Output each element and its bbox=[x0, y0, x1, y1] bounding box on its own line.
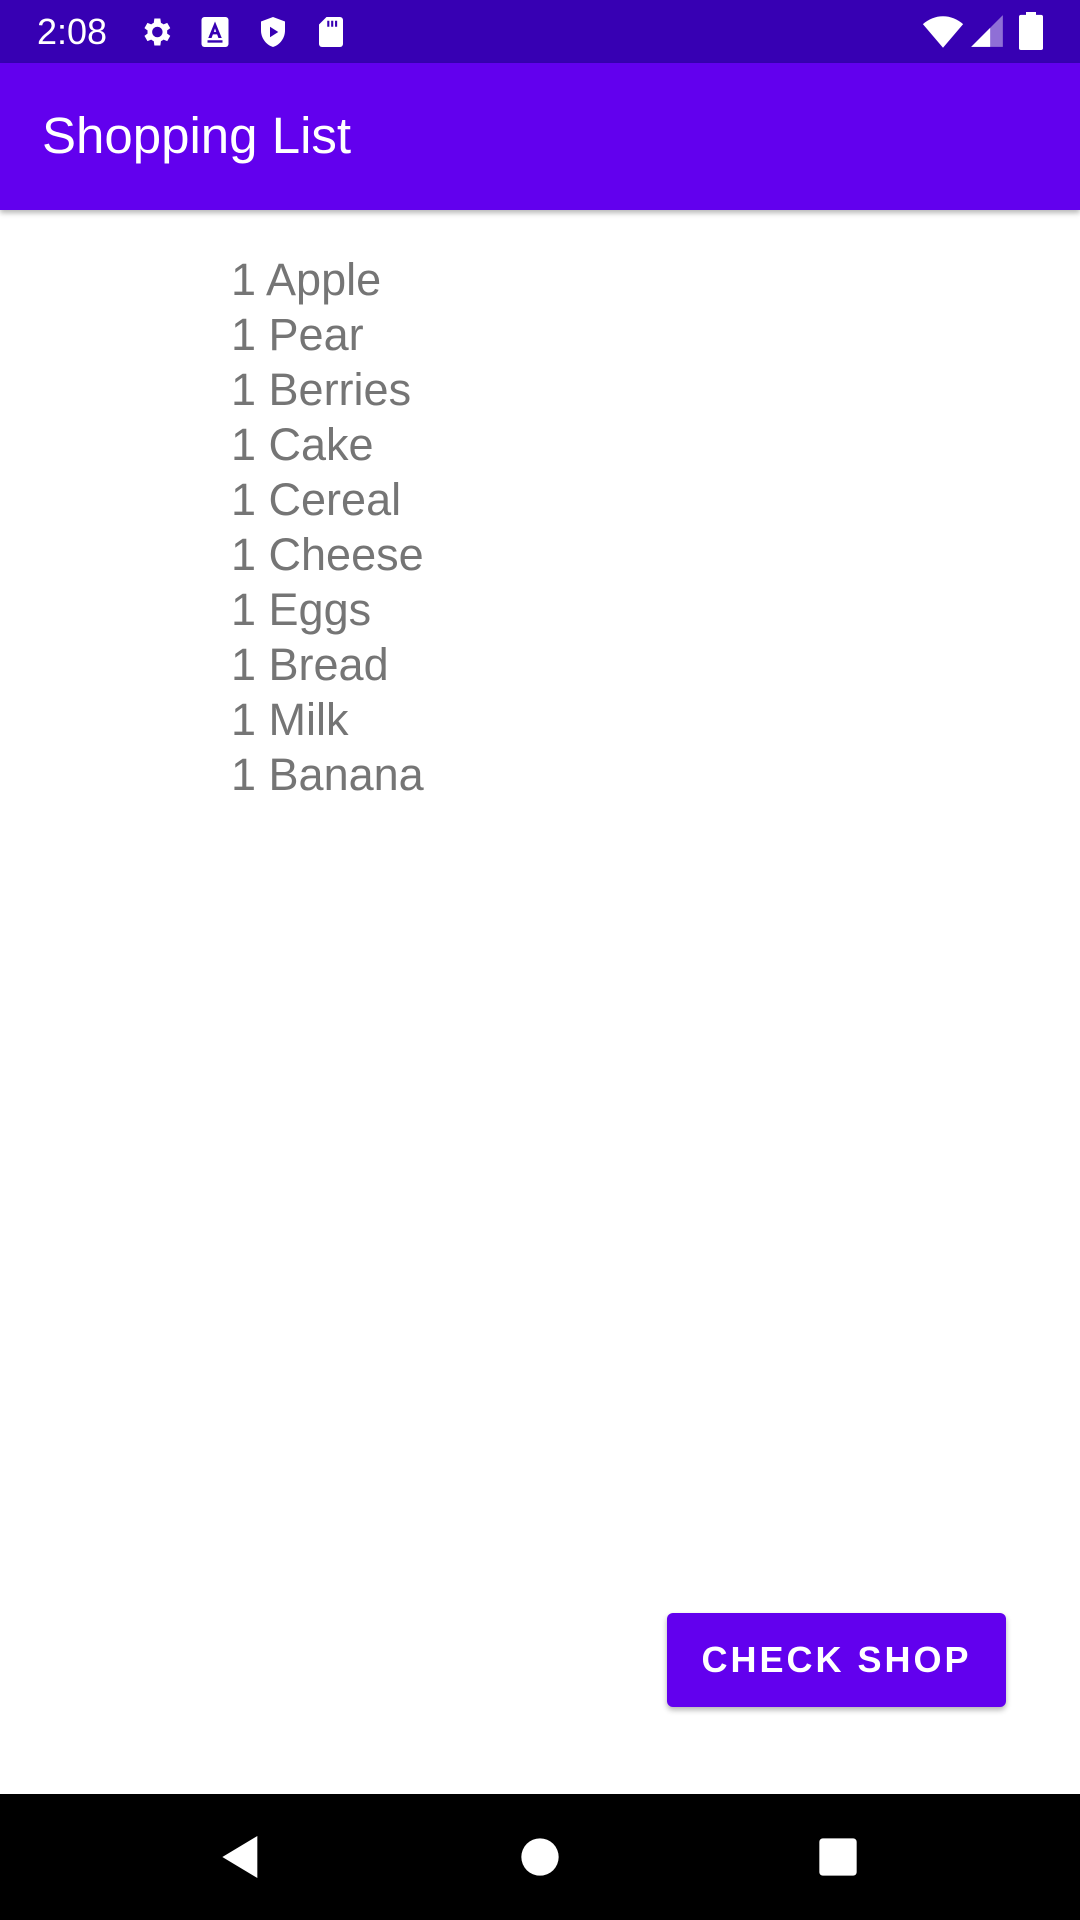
recents-icon[interactable] bbox=[810, 1829, 866, 1885]
wifi-icon bbox=[922, 11, 964, 53]
list-item: 1 Eggs bbox=[231, 584, 372, 635]
list-item: 1 Banana bbox=[231, 749, 424, 800]
shopping-list: 1 Apple 1 Pear 1 Berries 1 Cake 1 Cereal… bbox=[231, 252, 424, 802]
list-item: 1 Cereal bbox=[231, 474, 402, 525]
status-time: 2:08 bbox=[37, 11, 108, 52]
list-item: 1 Bread bbox=[231, 639, 389, 690]
status-bar: 2:08 bbox=[0, 0, 1080, 63]
gear-icon bbox=[138, 14, 174, 50]
navigation-bar bbox=[0, 1794, 1080, 1920]
cell-signal-icon bbox=[968, 12, 1006, 50]
list-item: 1 Cheese bbox=[231, 529, 424, 580]
check-shop-button[interactable]: CHECK SHOP bbox=[667, 1613, 1006, 1707]
page-title: Shopping List bbox=[42, 107, 352, 164]
list-item: 1 Pear bbox=[231, 309, 364, 360]
list-item: 1 Cake bbox=[231, 419, 374, 470]
shield-play-icon bbox=[255, 14, 291, 50]
list-item: 1 Milk bbox=[231, 694, 349, 745]
back-icon[interactable] bbox=[213, 1829, 269, 1885]
font-a-icon bbox=[197, 14, 233, 50]
battery-icon bbox=[1019, 12, 1043, 50]
list-item: 1 Apple bbox=[231, 254, 382, 305]
list-item: 1 Berries bbox=[231, 364, 412, 415]
app-bar: Shopping List bbox=[0, 63, 1080, 210]
sd-card-icon bbox=[313, 14, 349, 50]
home-icon[interactable] bbox=[512, 1829, 568, 1885]
